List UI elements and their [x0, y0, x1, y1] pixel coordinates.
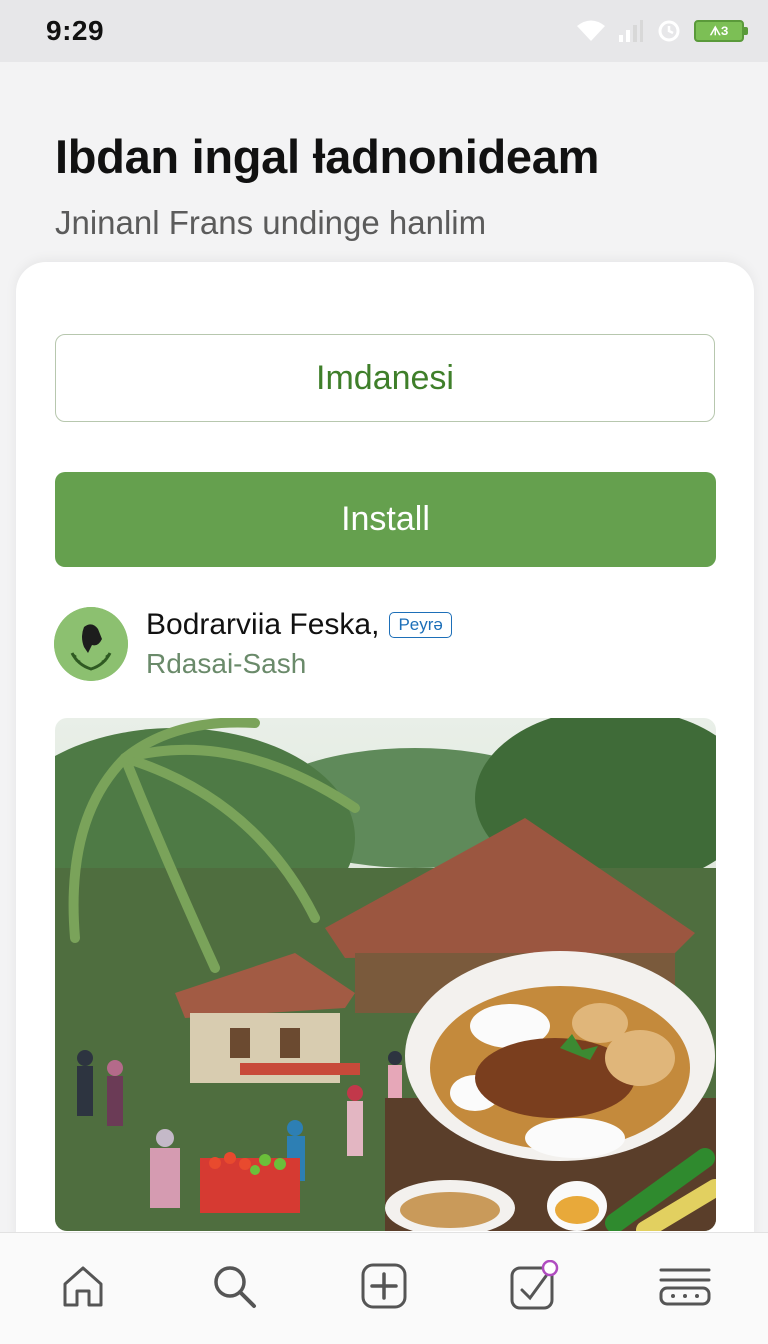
hero-image	[55, 718, 716, 1231]
wifi-icon	[576, 19, 606, 43]
home-icon	[60, 1263, 106, 1314]
battery-icon: ᗑЗ	[694, 20, 748, 42]
sync-icon	[656, 18, 682, 44]
nav-menu[interactable]	[650, 1254, 720, 1324]
nav-edit[interactable]	[499, 1254, 569, 1324]
page-title: Ɩbdan ingal ƚadnonideam	[55, 130, 600, 183]
install-button[interactable]: Install	[55, 472, 716, 567]
developer-row[interactable]: Bodrarviia Feska, Peyrə Rdasai-Sash	[54, 604, 452, 684]
edit-icon	[508, 1259, 560, 1317]
bottom-nav	[0, 1232, 768, 1344]
developer-name: Bodrarviia Feska,	[146, 608, 380, 641]
status-bar: 9:29 ᗑЗ	[0, 0, 768, 62]
language-select[interactable]: Imdanesi	[55, 334, 715, 422]
nav-add[interactable]	[349, 1254, 419, 1324]
menu-icon	[658, 1264, 712, 1313]
developer-subtitle: Rdasai-Sash	[146, 648, 307, 679]
signal-icon	[618, 19, 644, 43]
add-icon	[360, 1262, 408, 1315]
status-icons: ᗑЗ	[576, 18, 748, 44]
status-time: 9:29	[46, 15, 105, 46]
nav-search[interactable]	[199, 1254, 269, 1324]
nav-home[interactable]	[48, 1254, 118, 1324]
search-icon	[210, 1262, 258, 1315]
verified-badge: Peyrə	[389, 612, 452, 638]
developer-avatar	[54, 607, 128, 681]
app-card: Imdanesi Install Bodrarviia Feska, Peyrə…	[16, 262, 754, 1262]
